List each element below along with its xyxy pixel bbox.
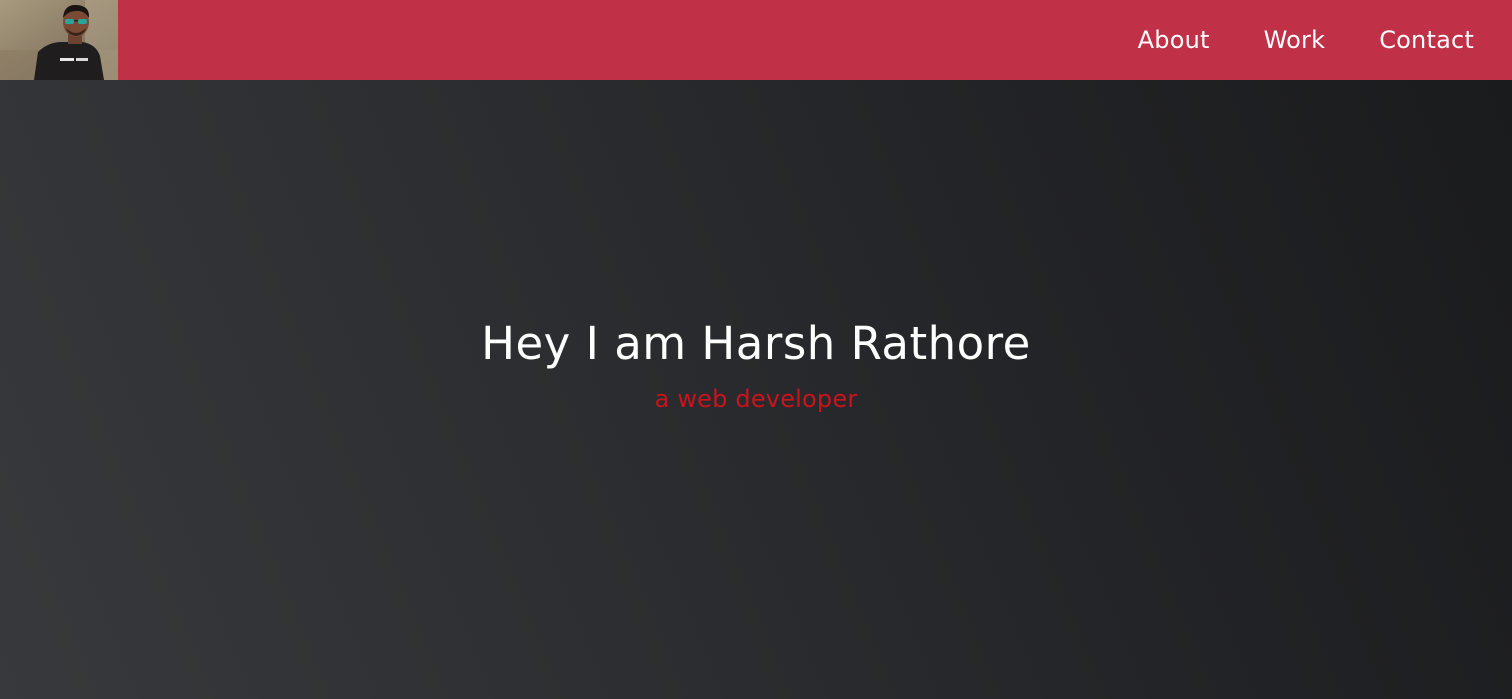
top-navbar: About Work Contact [0, 0, 1512, 80]
profile-avatar[interactable] [0, 0, 118, 80]
profile-photo-image [0, 0, 118, 80]
nav-link-about[interactable]: About [1138, 26, 1210, 54]
nav-links: About Work Contact [1084, 0, 1474, 80]
hero-title: Hey I am Harsh Rathore [481, 317, 1031, 370]
hero-subtitle: a web developer [654, 385, 858, 413]
nav-link-work[interactable]: Work [1264, 26, 1326, 54]
nav-link-contact[interactable]: Contact [1379, 26, 1474, 54]
hero-section: Hey I am Harsh Rathore a web developer [0, 80, 1512, 699]
